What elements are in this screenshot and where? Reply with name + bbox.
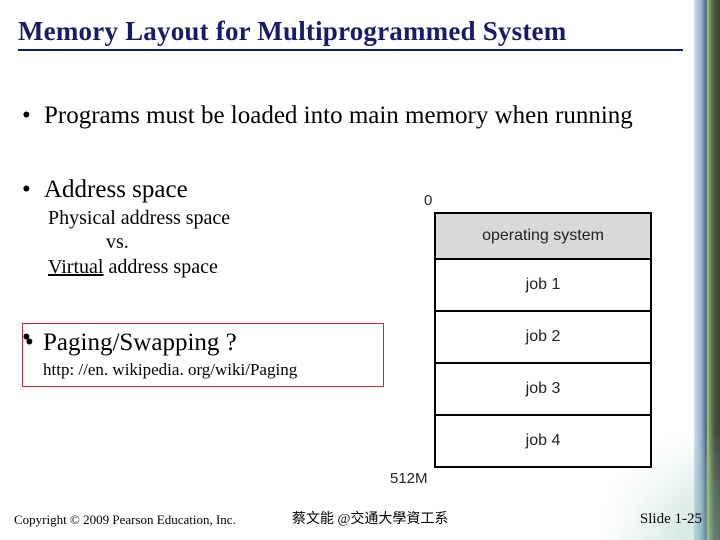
title-underline [18, 49, 683, 51]
memory-diagram: 0 operating system job 1 job 2 job 3 job… [378, 194, 683, 487]
memory-stack: operating system job 1 job 2 job 3 job 4 [434, 212, 652, 468]
axis-top-label: 0 [424, 192, 432, 209]
sub-virtual: Virtual [48, 256, 103, 278]
axis-top: 0 [378, 194, 683, 212]
axis-bottom-label: 512M [390, 470, 683, 487]
boxed-item: Paging/Swapping ? http: //en. wikipedia.… [22, 323, 384, 387]
slide-title: Memory Layout for Multiprogrammed System [18, 16, 692, 47]
footer-copyright: Copyright © 2009 Pearson Education, Inc. [14, 512, 236, 528]
bullet-3-link: http: //en. wikipedia. org/wiki/Paging [43, 360, 377, 380]
slide: Memory Layout for Multiprogrammed System… [0, 0, 720, 540]
bullet-2-text: Address space [44, 176, 188, 203]
mem-row-job1: job 1 [436, 260, 650, 312]
sub-as2: address space [103, 256, 217, 278]
sub-physical: Physical [48, 207, 116, 229]
footer-author: 蔡文能 @交通大學資工系 [292, 508, 448, 528]
sub-as1: address space [116, 207, 230, 229]
mem-row-job2: job 2 [436, 312, 650, 364]
mem-row-os: operating system [436, 214, 650, 260]
mem-row-job4: job 4 [436, 416, 650, 468]
bullet-1-text: Programs must be loaded into main memory… [44, 102, 633, 129]
footer: Copyright © 2009 Pearson Education, Inc.… [0, 506, 720, 528]
bullet-3-text: Paging/Swapping ? [43, 328, 377, 358]
footer-slide-number: Slide 1-25 [640, 511, 702, 528]
bullet-1: Programs must be loaded into main memory… [44, 101, 692, 131]
mem-row-job3: job 3 [436, 364, 650, 416]
